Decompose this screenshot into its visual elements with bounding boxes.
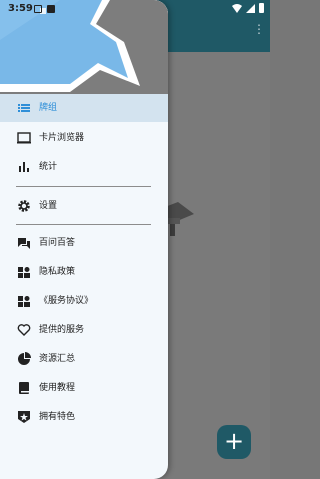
menu-item-label: 百问百答 [39,238,76,248]
status-time: 3:59 [8,3,33,14]
forum-icon [18,238,30,249]
agreement-icon [18,296,30,307]
menu-item-service-agreement[interactable]: 《服务协议》 [0,287,168,315]
pie-chart-icon [18,352,31,365]
menu-item-label: 拥有特色 [39,412,76,422]
star-badge-icon [18,411,30,423]
menu-item-label: 资源汇总 [39,354,76,364]
notification-icon [34,5,42,13]
menu-item-faq[interactable]: 百问百答 [0,229,168,257]
menu-item-label: 设置 [39,201,58,211]
wifi-icon [232,3,242,13]
gear-icon [18,200,30,212]
notification-icon-2 [47,5,55,13]
add-deck-fab[interactable]: + [217,425,251,459]
menu-item-label: 隐私政策 [39,267,76,277]
menu-item-label: 使用教程 [39,383,76,393]
menu-item-decks[interactable]: 牌组 [0,94,168,122]
divider [16,186,151,187]
navigation-drawer: 牌组 卡片浏览器 统计 设置 百问百答 隐私政策 《服务协议》 提供的服务 资源… [0,0,168,479]
menu-item-services-provided[interactable]: 提供的服务 [0,316,168,344]
status-bar: 3:59 [0,0,270,18]
signal-icon [246,3,255,13]
battery-icon [259,3,264,13]
menu-item-card-browser[interactable]: 卡片浏览器 [0,124,168,152]
menu-item-statistics[interactable]: 统计 [0,153,168,181]
list-icon [18,104,30,112]
overflow-menu-icon[interactable]: ⋮ [253,23,265,42]
divider [16,224,151,225]
menu-item-features[interactable]: 拥有特色 [0,403,168,431]
menu-item-label: 卡片浏览器 [39,133,85,143]
policy-icon [18,267,30,278]
menu-item-privacy-policy[interactable]: 隐私政策 [0,258,168,286]
heart-icon [17,324,31,336]
menu-item-label: 牌组 [39,103,58,113]
menu-item-tutorial[interactable]: 使用教程 [0,374,168,402]
menu-item-label: 提供的服务 [39,325,85,335]
menu-item-label: 统计 [39,162,58,172]
browser-window-icon [17,132,31,144]
menu-item-settings[interactable]: 设置 [0,192,168,220]
menu-item-resources-summary[interactable]: 资源汇总 [0,345,168,373]
bar-chart-icon [19,162,29,172]
book-icon [19,382,29,394]
status-right [232,3,264,13]
menu-item-label: 《服务协议》 [39,296,94,306]
